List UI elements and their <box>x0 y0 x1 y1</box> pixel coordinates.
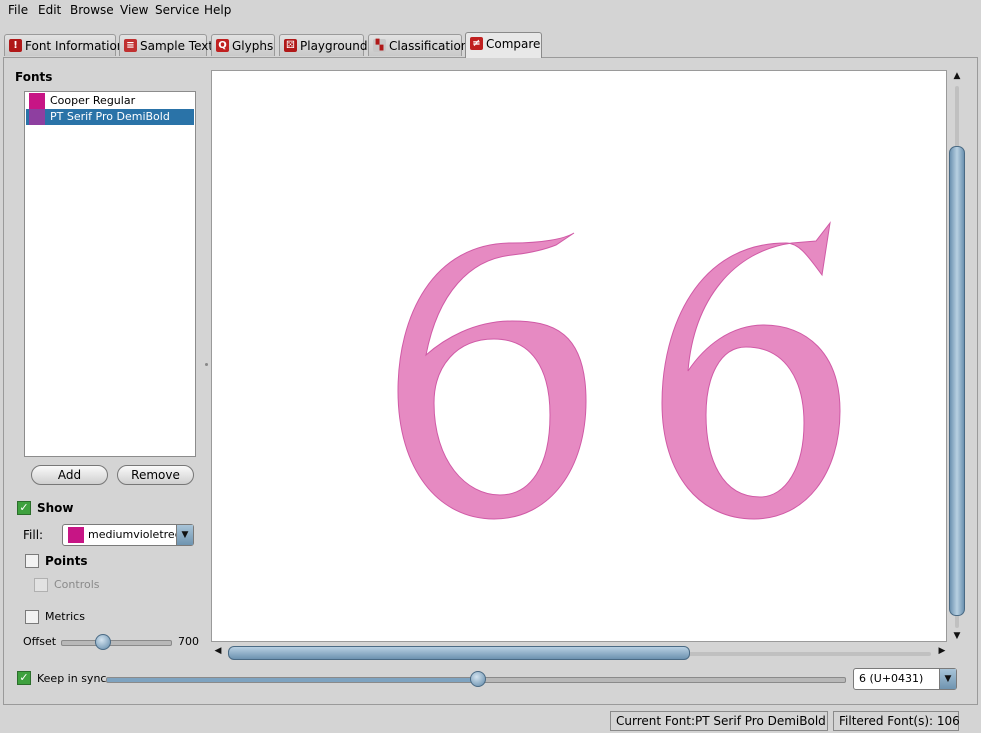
menu-view[interactable]: View <box>120 3 148 17</box>
filtered-fonts-status: Filtered Font(s): 106 <box>833 711 960 731</box>
tab-playground[interactable]: ⚄ Playground <box>279 34 368 56</box>
tab-label: Playground <box>300 39 368 53</box>
scroll-thumb[interactable] <box>949 146 965 616</box>
scroll-down-icon[interactable]: ▼ <box>949 631 965 641</box>
metrics-checkbox[interactable] <box>25 610 39 624</box>
glyph-slider-thumb[interactable] <box>470 671 486 687</box>
color-swatch <box>29 109 45 125</box>
menu-help[interactable]: Help <box>204 3 231 17</box>
menu-browse[interactable]: Browse <box>70 3 114 17</box>
tab-label: Classification <box>389 39 469 53</box>
glyph-compare-canvas[interactable] <box>211 70 947 642</box>
fill-color-select[interactable]: mediumvioletred ▼ <box>62 524 194 546</box>
text-lines-icon: ≡ <box>124 39 137 52</box>
tab-bar: ! Font Information ≡ Sample Text Q Glyph… <box>0 32 981 58</box>
show-checkbox[interactable]: ✓ <box>17 501 31 515</box>
menu-edit[interactable]: Edit <box>38 3 61 17</box>
tab-font-information[interactable]: ! Font Information <box>4 34 124 56</box>
offset-slider-thumb[interactable] <box>95 634 111 650</box>
font-name: PT Serif Pro DemiBold <box>50 110 170 123</box>
list-item[interactable]: PT Serif Pro DemiBold <box>26 109 194 125</box>
list-item[interactable]: Cooper Regular <box>26 93 194 109</box>
splitter-handle[interactable] <box>205 363 208 366</box>
keep-in-sync-checkbox[interactable]: ✓ <box>17 671 31 685</box>
scroll-left-icon[interactable]: ◀ <box>212 646 224 656</box>
color-swatch <box>68 527 84 543</box>
horizontal-scroll-thumb[interactable] <box>228 646 690 660</box>
points-checkbox[interactable] <box>25 554 39 568</box>
fill-label: Fill: <box>23 528 44 542</box>
offset-label: Offset <box>23 635 57 648</box>
dice-icon: ⚄ <box>284 39 297 52</box>
font-list[interactable]: Cooper Regular PT Serif Pro DemiBold <box>24 91 196 457</box>
current-font-status: Current Font:PT Serif Pro DemiBold <box>610 711 828 731</box>
points-label: Points <box>45 554 88 568</box>
glyph-icon: Q <box>216 39 229 52</box>
compare-icon: ≠ <box>470 37 483 50</box>
add-button[interactable]: Add <box>31 465 108 485</box>
info-icon: ! <box>9 39 22 52</box>
chevron-down-icon: ▼ <box>176 525 193 545</box>
tab-label: Glyphs <box>232 39 274 53</box>
menu-bar: File Edit Browse View Service Help <box>0 0 981 22</box>
offset-slider-track[interactable] <box>61 640 172 646</box>
glyph-overlay <box>397 221 841 520</box>
tab-label: Sample Text <box>140 39 214 53</box>
glyph-select[interactable]: 6 (U+0431) ▼ <box>853 668 957 690</box>
font-name: Cooper Regular <box>50 94 136 107</box>
tab-compare[interactable]: ≠ Compare <box>465 32 542 58</box>
fonts-heading: Fonts <box>15 70 53 84</box>
tab-classification[interactable]: ▚ Classification <box>368 34 468 56</box>
tab-sample-text[interactable]: ≡ Sample Text <box>119 34 213 56</box>
tab-label: Font Information <box>25 39 125 53</box>
scroll-up-icon[interactable]: ▲ <box>949 71 965 81</box>
classification-icon: ▚ <box>373 39 386 52</box>
menu-service[interactable]: Service <box>155 3 199 17</box>
chevron-down-icon: ▼ <box>939 669 956 689</box>
offset-value: 700 <box>178 635 199 648</box>
fill-value: mediumvioletred <box>88 528 182 541</box>
keep-in-sync-label: Keep in sync <box>37 672 107 685</box>
controls-checkbox[interactable] <box>34 578 48 592</box>
metrics-label: Metrics <box>45 610 85 623</box>
controls-label: Controls <box>54 578 100 591</box>
show-label: Show <box>37 501 74 515</box>
vertical-scrollbar[interactable]: ▲ ▼ <box>949 70 965 644</box>
menu-file[interactable]: File <box>8 3 28 17</box>
glyph-outline <box>397 232 587 520</box>
glyph-outline <box>661 221 841 520</box>
remove-button[interactable]: Remove <box>117 465 194 485</box>
glyph-select-value: 6 (U+0431) <box>859 672 924 685</box>
scroll-right-icon[interactable]: ▶ <box>936 646 948 656</box>
tab-label: Compare <box>486 37 541 51</box>
tab-glyphs[interactable]: Q Glyphs <box>211 34 275 56</box>
color-swatch <box>29 93 45 109</box>
